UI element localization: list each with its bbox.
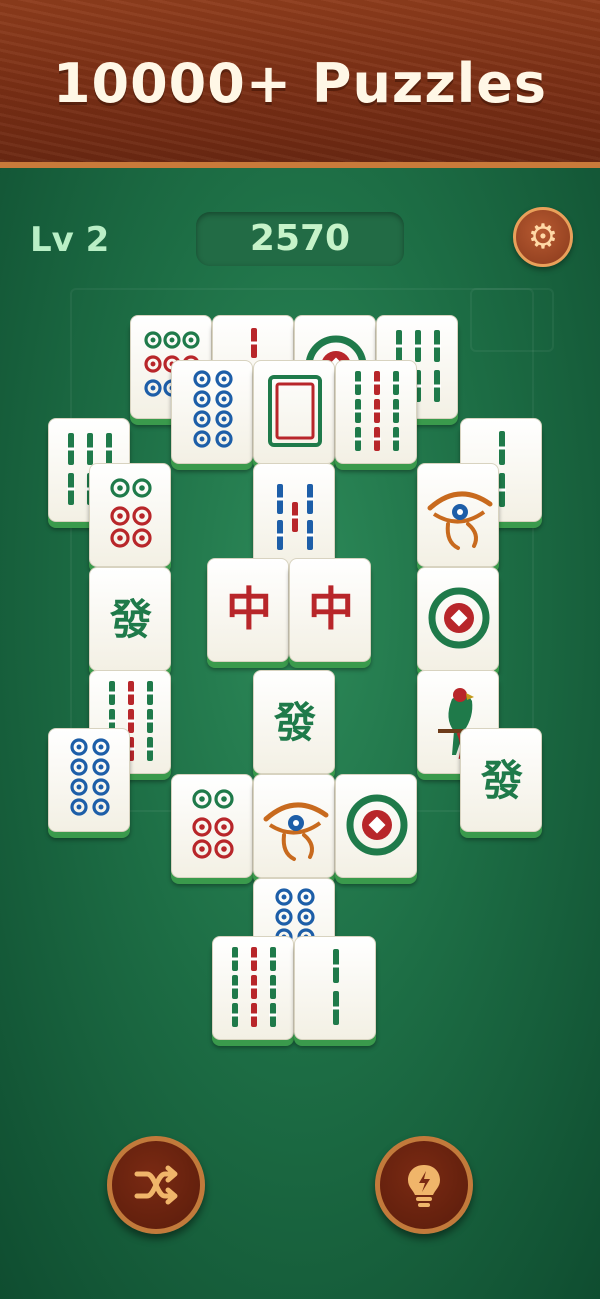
mahjong-tile-eye[interactable] (417, 463, 499, 567)
tile-face-circle-1 (346, 794, 408, 856)
mahjong-tile-eye[interactable] (253, 774, 335, 878)
tile-face-red-dragon: 中 (226, 582, 272, 636)
mahjong-tile-bamboo-9[interactable] (335, 360, 417, 464)
tile-face-bamboo-9 (231, 947, 277, 1027)
mahjong-tile-bamboo-9[interactable] (212, 936, 294, 1040)
svg-text:中: 中 (308, 582, 354, 636)
tile-face-bamboo-4 (276, 484, 314, 550)
title-banner: 10000+ Puzzles (0, 0, 600, 168)
tile-face-eye (427, 491, 493, 550)
svg-text:發: 發 (480, 756, 523, 805)
tile-face-circles-6b (192, 789, 234, 859)
tile-face-eye (263, 802, 329, 861)
mahjong-tile-white-dragon[interactable] (253, 360, 335, 464)
tile-face-white-dragon (268, 375, 322, 447)
svg-text:中: 中 (226, 582, 272, 636)
svg-text:發: 發 (273, 698, 316, 747)
mahjong-tile-circles-8[interactable] (171, 360, 253, 464)
mahjong-tile-circle-1[interactable] (417, 567, 499, 671)
tile-face-circles-8 (70, 738, 110, 816)
tile-face-circles-6b (110, 478, 152, 548)
mahjong-tile-circles-6b[interactable] (171, 774, 253, 878)
level-label: Lv 2 (30, 220, 110, 260)
mahjong-tile-green-dragon[interactable]: 發 (253, 670, 335, 774)
shuffle-button[interactable] (107, 1136, 205, 1234)
mahjong-tile-circle-1[interactable] (335, 774, 417, 878)
shuffle-icon (134, 1165, 178, 1205)
mahjong-tile-red-dragon[interactable]: 中 (207, 558, 289, 662)
mahjong-tile-circles-6b[interactable] (89, 463, 171, 567)
score-display: 2570 (196, 212, 404, 266)
mahjong-tile-circles-8[interactable] (48, 728, 130, 832)
svg-text:發: 發 (109, 595, 152, 644)
settings-button[interactable]: ⚙ (513, 207, 573, 267)
mahjong-tile-red-dragon[interactable]: 中 (289, 558, 371, 662)
tile-face-red-dragon: 中 (308, 582, 354, 636)
tile-face-green-dragon: 發 (273, 698, 316, 747)
mahjong-tile-bamboo-2[interactable] (294, 936, 376, 1040)
tile-face-green-dragon: 發 (480, 756, 523, 805)
banner-title: 10000+ Puzzles (52, 52, 548, 115)
tile-face-circle-1 (428, 587, 490, 649)
hint-button[interactable] (375, 1136, 473, 1234)
background-pattern (470, 288, 554, 352)
gear-icon: ⚙ (527, 217, 559, 257)
tile-face-bamboo-2 (332, 949, 340, 1025)
lightbulb-icon (408, 1165, 440, 1207)
mahjong-tile-green-dragon[interactable]: 發 (460, 728, 542, 832)
mahjong-tile-green-dragon[interactable]: 發 (89, 567, 171, 671)
mahjong-tile-bamboo-4[interactable] (253, 463, 335, 567)
tile-face-circles-8 (193, 370, 233, 448)
tile-face-green-dragon: 發 (109, 595, 152, 644)
tile-face-bamboo-9 (354, 371, 400, 451)
